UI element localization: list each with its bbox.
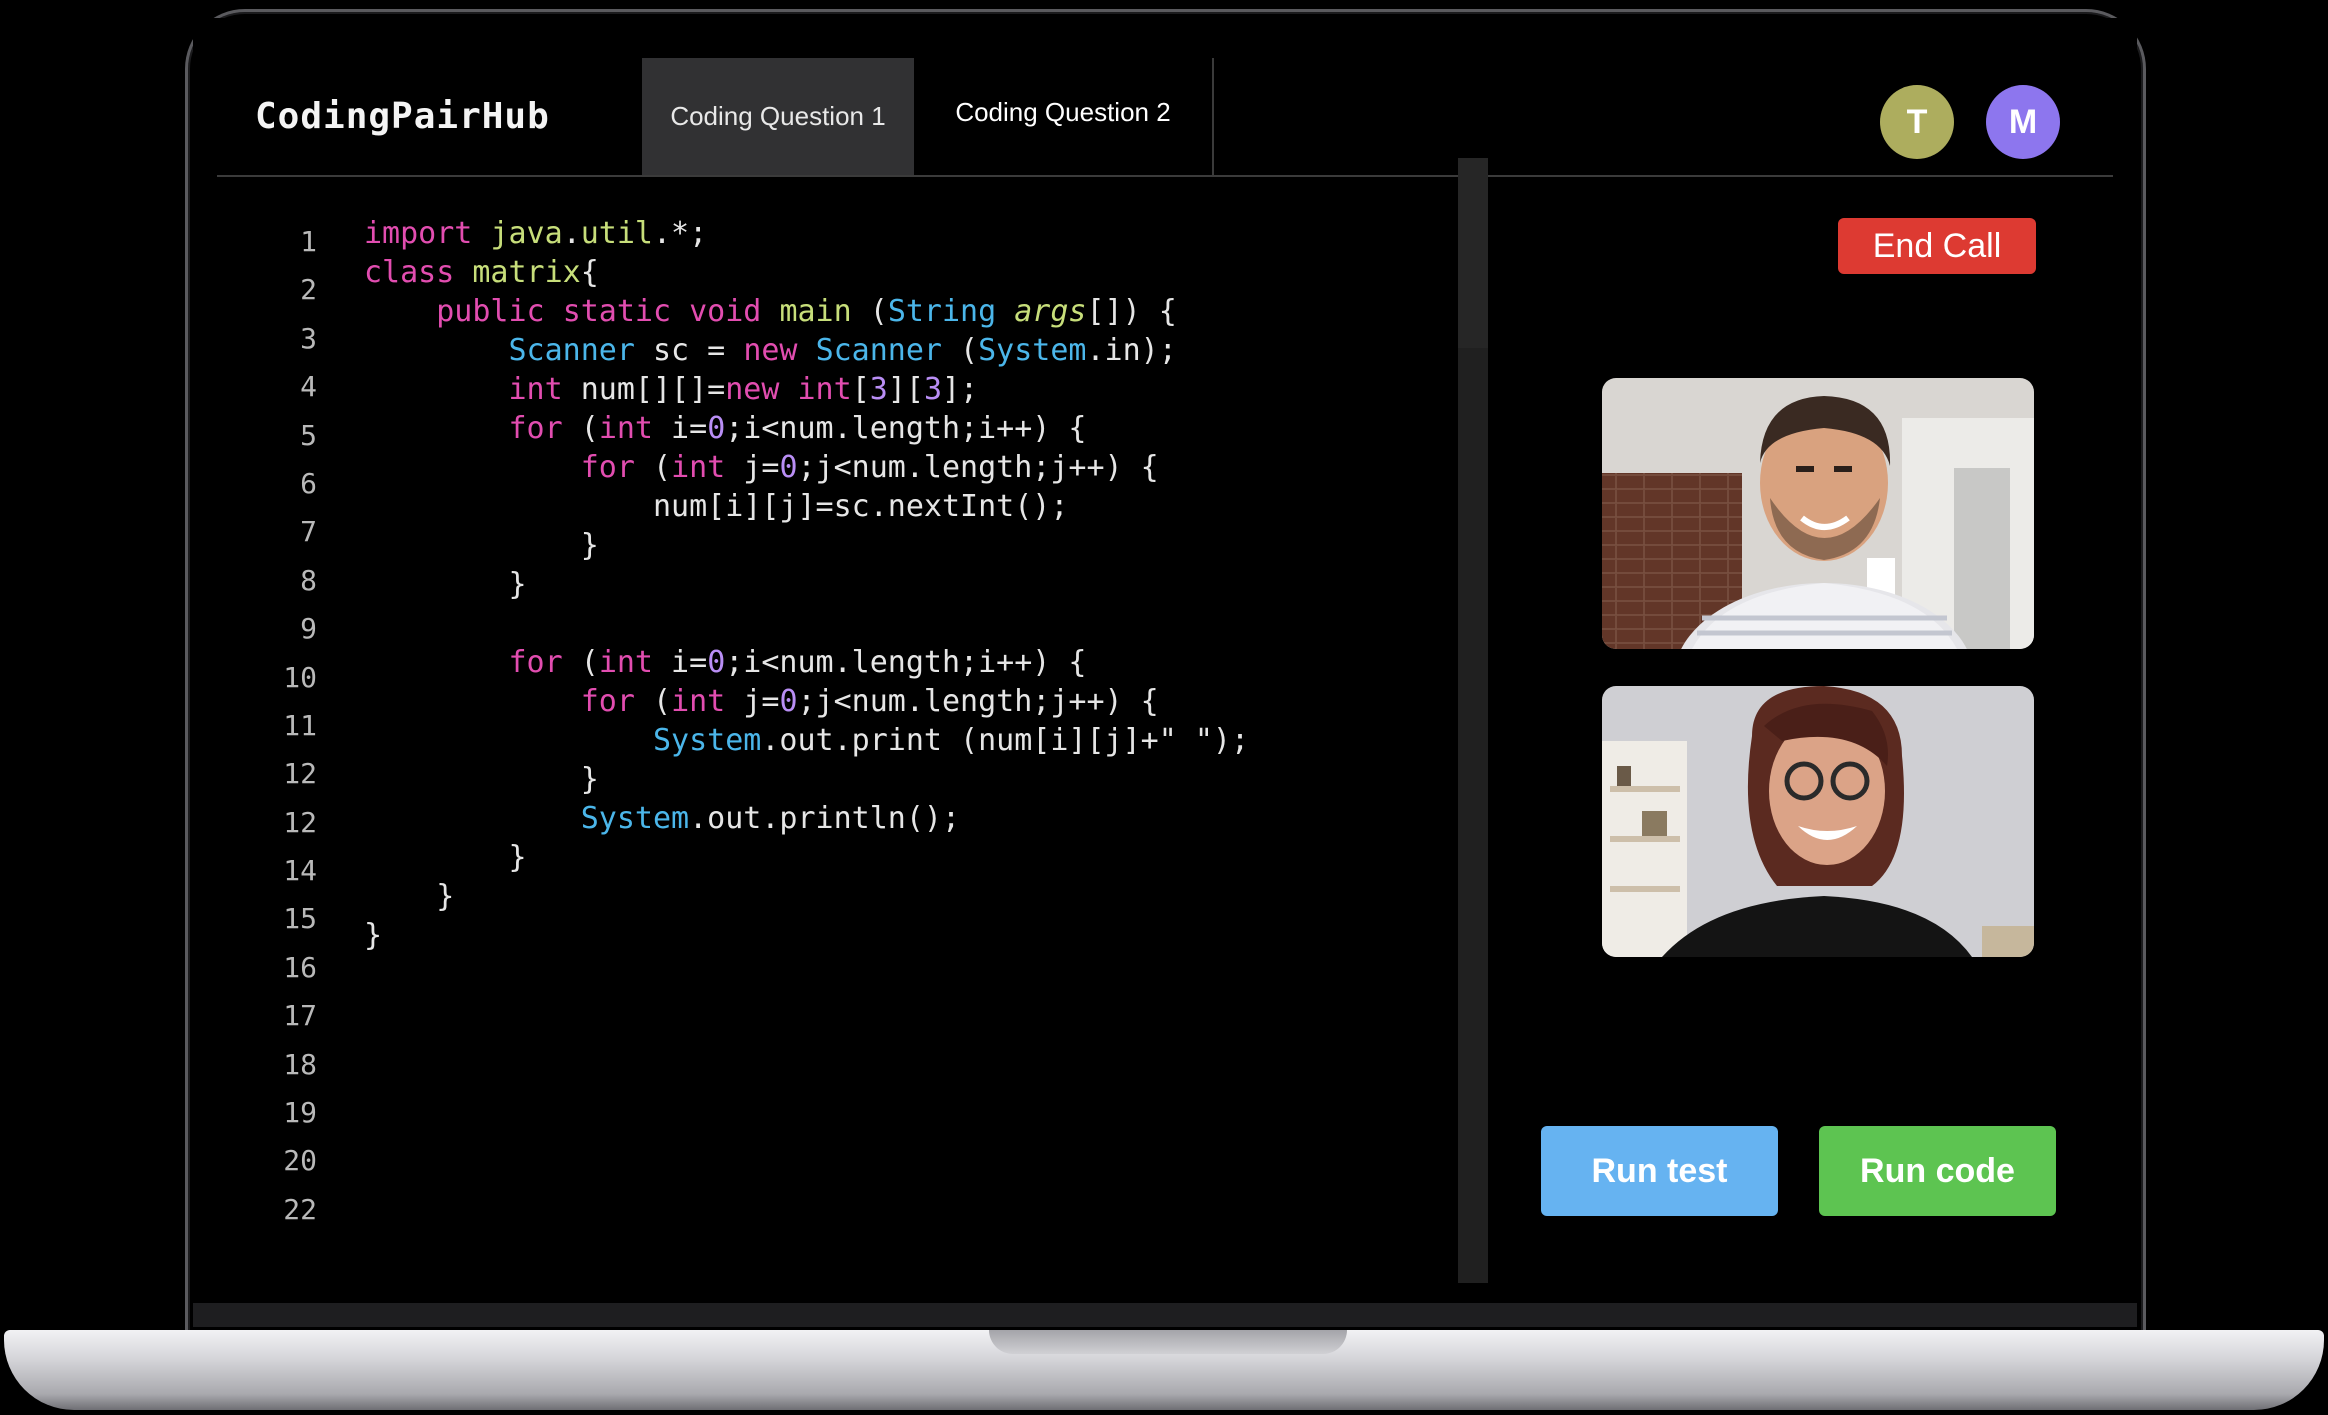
- line-number: 3: [300, 321, 317, 355]
- code-line: num[i][j]=sc.nextInt();: [364, 489, 1069, 524]
- line-number: 10: [283, 660, 317, 694]
- code-line: }: [364, 879, 455, 914]
- line-number: 22: [283, 1192, 317, 1226]
- line-number: 15: [283, 902, 317, 936]
- code-line: for (int j=0;j<num.length;j++) {: [580, 684, 1159, 719]
- line-number: 4: [300, 370, 317, 404]
- code-line: }: [364, 567, 527, 602]
- line-number: 16: [283, 950, 317, 984]
- line-number: 20: [283, 1144, 317, 1178]
- code-line: Scanner sc = new Scanner (System.in);: [508, 333, 1177, 368]
- line-number: 18: [283, 1047, 317, 1081]
- code-editor[interactable]: 1 2 3 4 5 6 7 8 9 10 11 12 12 14 15 16 1…: [217, 158, 1457, 1258]
- line-number: 8: [300, 563, 317, 597]
- run-code-button[interactable]: Run code: [1819, 1126, 2056, 1216]
- line-number: 19: [283, 1096, 317, 1130]
- line-number: 5: [300, 418, 317, 452]
- line-number: 12: [283, 757, 317, 791]
- line-number: 6: [300, 466, 317, 500]
- code-line: System.out.print (num[i][j]+" ");: [652, 723, 1250, 758]
- scrollbar-thumb[interactable]: [1458, 158, 1488, 348]
- code-line: for (int i=0;i<num.length;i++) {: [508, 411, 1087, 446]
- code-line: }: [364, 762, 599, 797]
- line-number-gutter: 1 2 3 4 5 6 7 8 9 10 11 12 12 14 15 16 1…: [257, 218, 317, 1234]
- code-line: }: [364, 840, 527, 875]
- code-line: class matrix{: [364, 255, 599, 290]
- avatar[interactable]: M: [1986, 85, 2060, 159]
- line-number: 14: [283, 854, 317, 888]
- code-content[interactable]: import java.util.*; class matrix{ public …: [364, 214, 1249, 955]
- code-line: System.out.println();: [580, 801, 961, 836]
- line-number: 11: [283, 708, 317, 742]
- line-number: 9: [300, 612, 317, 646]
- video-feed-woman: [1602, 686, 2034, 957]
- line-number: 7: [300, 515, 317, 549]
- video-tile-participant-1: [1602, 378, 2034, 649]
- end-call-button[interactable]: End Call: [1838, 218, 2036, 274]
- line-number: 2: [300, 273, 317, 307]
- laptop-base: [4, 1330, 2324, 1410]
- run-test-button[interactable]: Run test: [1541, 1126, 1778, 1216]
- video-tile-participant-2: [1602, 686, 2034, 957]
- video-feed-man: [1602, 378, 2034, 649]
- code-line: public static void main (String args[]) …: [436, 294, 1177, 329]
- code-line: import java.util.*;: [364, 216, 708, 251]
- editor-splitter[interactable]: [1458, 158, 1488, 1283]
- code-line: for (int j=0;j<num.length;j++) {: [580, 450, 1159, 485]
- line-number: 17: [283, 999, 317, 1033]
- laptop-hinge-notch: [989, 1330, 1347, 1354]
- line-number: 1: [300, 225, 317, 258]
- app-screen: CodingPairHub Coding Question 1 Coding Q…: [193, 18, 2137, 1327]
- app-logo: CodingPairHub: [255, 96, 550, 137]
- avatar[interactable]: T: [1880, 85, 1954, 159]
- line-number: 12: [283, 805, 317, 839]
- code-line: }: [364, 528, 599, 563]
- code-line: for (int i=0;i<num.length;i++) {: [508, 645, 1087, 680]
- screen-bottom-bar: [193, 1303, 2137, 1327]
- code-line: }: [364, 918, 383, 953]
- code-line: int num[][]=new int[3][3];: [508, 372, 979, 407]
- app-header: CodingPairHub Coding Question 1 Coding Q…: [217, 38, 2113, 177]
